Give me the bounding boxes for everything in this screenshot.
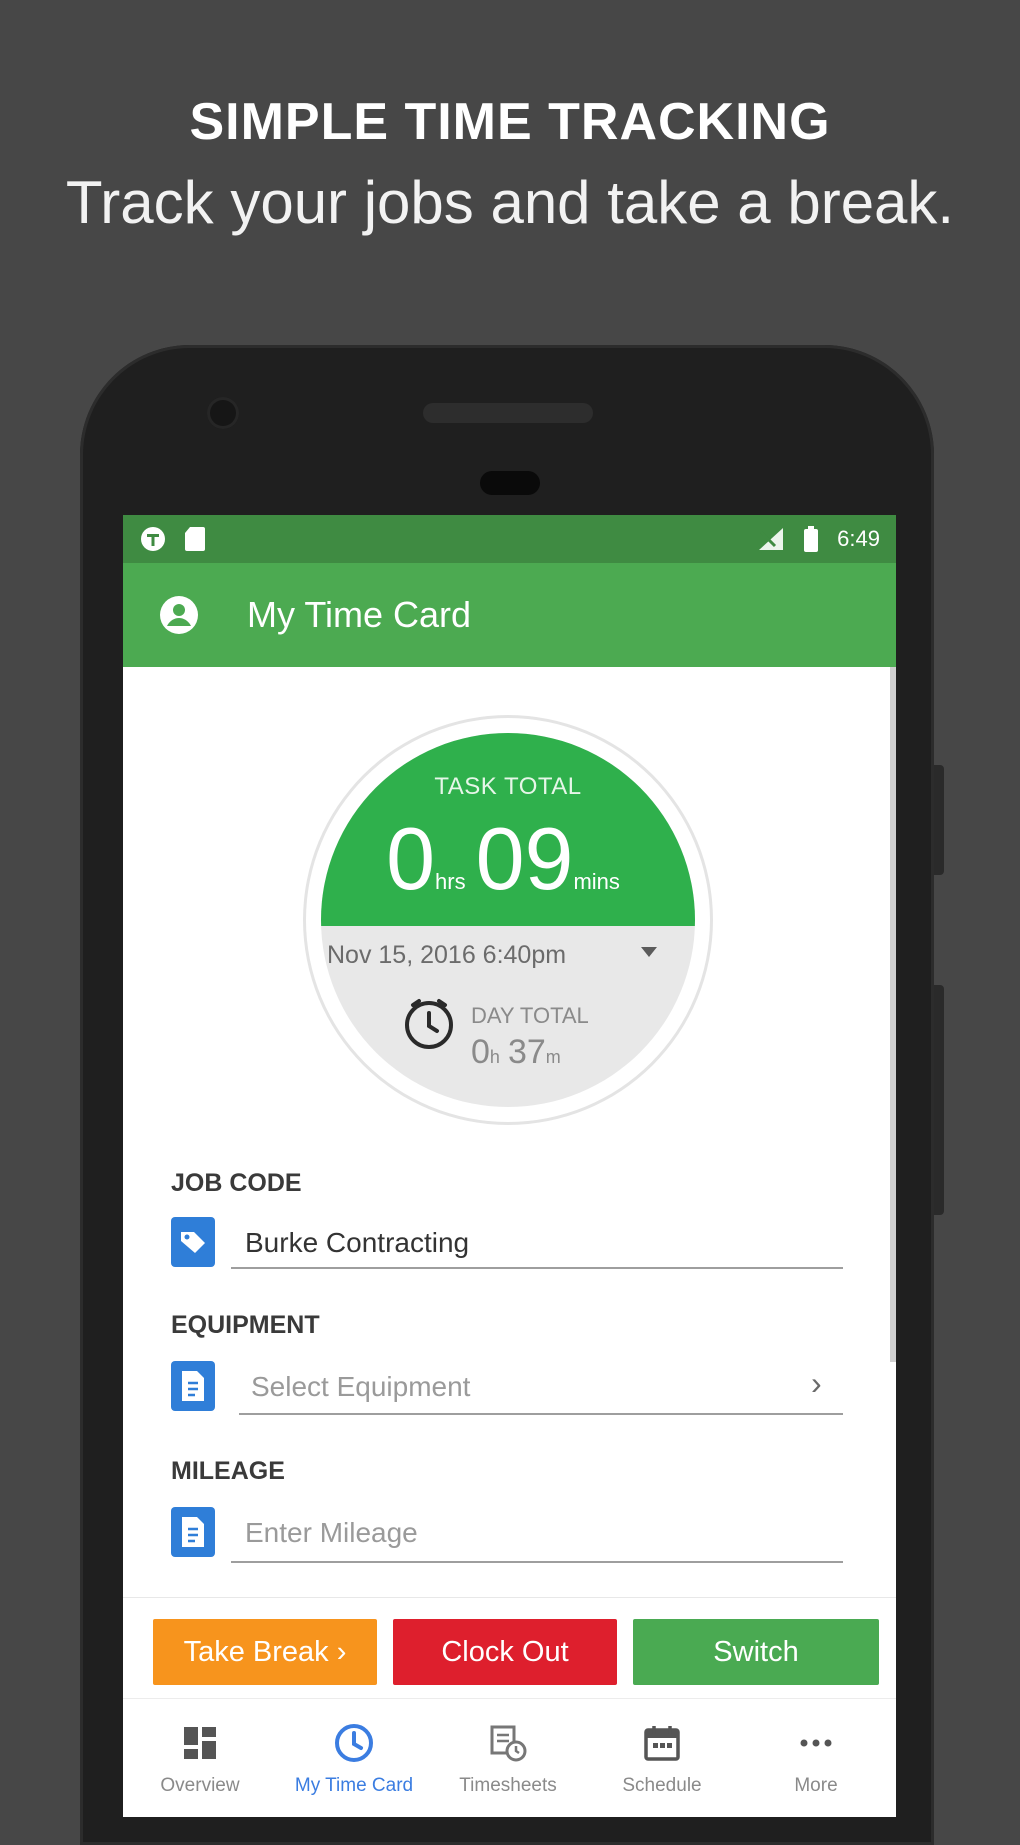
dashboard-icon [180, 1723, 220, 1763]
page-title: My Time Card [247, 594, 472, 635]
take-break-button[interactable]: Take Break › [153, 1619, 377, 1685]
job-code-field[interactable]: Burke Contracting [245, 1227, 469, 1259]
equipment-select[interactable]: Select Equipment [251, 1371, 470, 1403]
day-total-label: DAY TOTAL [471, 1003, 589, 1028]
task-total-value: 0hrs 09mins [321, 815, 695, 903]
nav-overview[interactable]: Overview [123, 1699, 277, 1817]
day-minutes: 37 [507, 1033, 546, 1071]
promo-title: SIMPLE TIME TRACKING [189, 93, 831, 151]
equipment-underline [239, 1413, 843, 1415]
phone-screen: 6:49 My Time Card TASK TOTAL 0hrs 09mins … [123, 515, 896, 1817]
scrollbar[interactable] [890, 667, 896, 1362]
mileage-input[interactable]: Enter Mileage [245, 1517, 418, 1549]
task-hours-unit: hrs [435, 869, 466, 894]
earpiece-speaker [423, 403, 593, 423]
dial-face: TASK TOTAL 0hrs 09mins Nov 15, 2016 6:40p… [321, 733, 695, 1107]
task-total-label: TASK TOTAL [434, 773, 582, 800]
time-dial: TASK TOTAL 0hrs 09mins Nov 15, 2016 6:40p… [303, 715, 713, 1125]
app-bar: My Time Card [123, 563, 896, 667]
day-hours: 0 [471, 1033, 490, 1071]
calendar-icon [642, 1723, 682, 1763]
actions-divider [123, 1597, 896, 1598]
nav-label: Overview [160, 1775, 240, 1796]
promo-subtitle: Track your jobs and take a break. [65, 169, 955, 236]
nav-label: Timesheets [459, 1775, 557, 1796]
timesheets-icon [488, 1723, 528, 1763]
mileage-label: MILEAGE [171, 1457, 285, 1485]
volume-button [934, 765, 944, 875]
t-sheets-notification-icon [139, 525, 167, 553]
chevron-right-icon[interactable]: › [811, 1365, 822, 1402]
nav-timesheets[interactable]: Timesheets [431, 1699, 585, 1817]
bottom-navigation: Overview My Time Card Timesheets Schedul… [123, 1698, 896, 1817]
equipment-document-icon [171, 1361, 215, 1411]
day-total-value: 0h 37m [471, 1033, 569, 1072]
clock-out-button[interactable]: Clock Out [393, 1619, 617, 1685]
switch-button[interactable]: Switch [633, 1619, 879, 1685]
nav-label: Schedule [622, 1775, 702, 1796]
nav-label: More [794, 1775, 838, 1796]
start-datetime[interactable]: Nov 15, 2016 6:40pm [327, 941, 627, 970]
task-minutes: 09 [475, 809, 574, 908]
status-time: 6:49 [837, 526, 880, 551]
proximity-sensor [480, 471, 540, 495]
nav-schedule[interactable]: Schedule [585, 1699, 739, 1817]
nav-my-time-card[interactable]: My Time Card [277, 1699, 431, 1817]
day-minutes-unit: m [545, 1047, 561, 1067]
job-code-label: JOB CODE [171, 1169, 302, 1197]
clock-icon [334, 1723, 374, 1763]
equipment-label: EQUIPMENT [171, 1311, 320, 1339]
signal-icon [757, 525, 785, 553]
datetime-dropdown-icon[interactable] [641, 947, 657, 957]
status-bar: 6:49 [123, 515, 896, 563]
day-hours-unit: h [489, 1047, 500, 1067]
front-camera [207, 397, 239, 429]
task-minutes-unit: mins [573, 869, 620, 894]
sd-card-icon [181, 525, 209, 553]
nav-label: My Time Card [294, 1775, 414, 1796]
clock-icon [401, 995, 457, 1051]
power-button [934, 985, 944, 1215]
more-icon [796, 1723, 836, 1763]
nav-more[interactable]: More [739, 1699, 893, 1817]
account-circle-icon[interactable] [159, 595, 199, 635]
battery-icon [797, 525, 825, 553]
task-hours: 0 [386, 809, 436, 908]
task-total-panel: TASK TOTAL 0hrs 09mins [321, 733, 695, 926]
job-code-underline [231, 1267, 843, 1269]
mileage-underline [231, 1561, 843, 1563]
mileage-document-icon [171, 1507, 215, 1557]
tag-icon [171, 1217, 215, 1267]
